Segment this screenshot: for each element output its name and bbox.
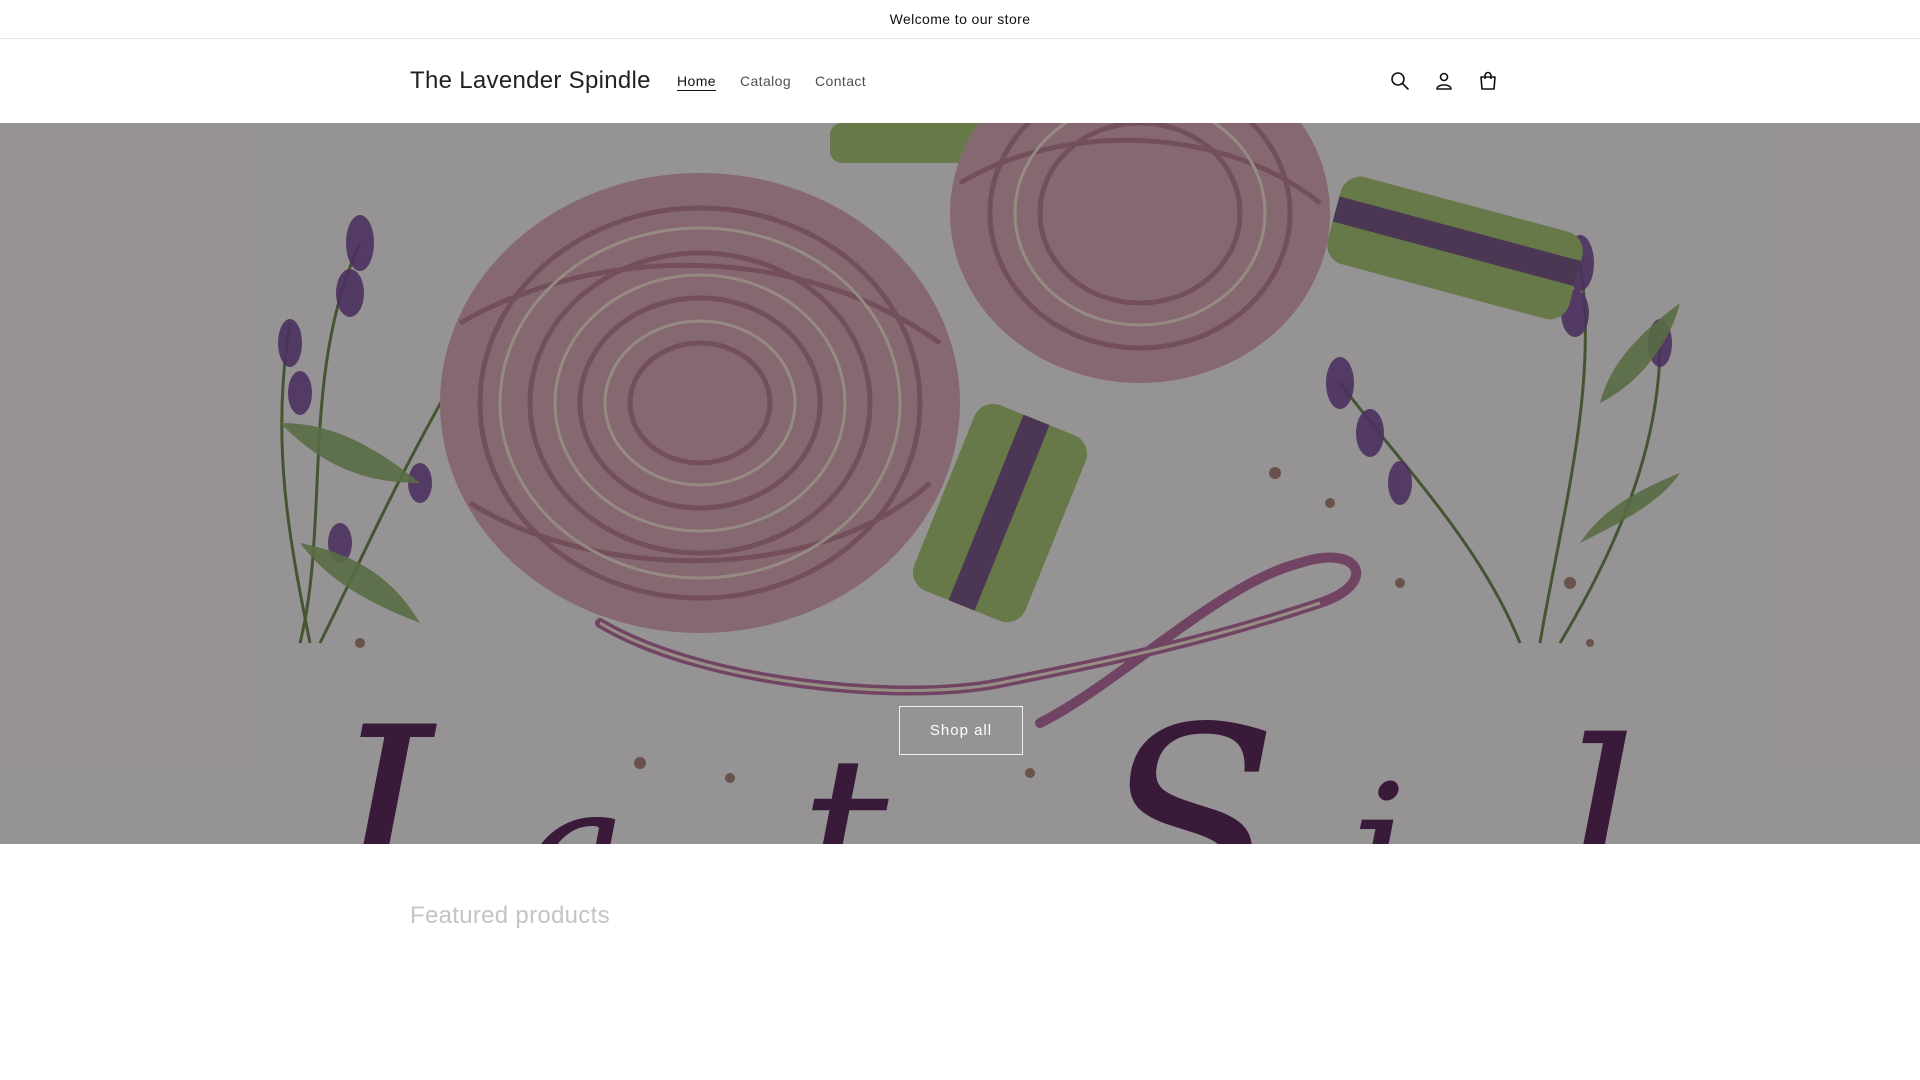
announcement-bar: Welcome to our store: [0, 0, 1920, 39]
nav-contact[interactable]: Contact: [803, 73, 878, 89]
main-nav: Home Catalog Contact: [665, 39, 878, 123]
featured-products-title: Featured products: [410, 902, 610, 929]
account-icon[interactable]: [1428, 65, 1460, 97]
store-logo[interactable]: The Lavender Spindle: [410, 39, 651, 123]
hero-banner: L a t S i l Shop all: [0, 123, 1920, 844]
announcement-text: Welcome to our store: [889, 11, 1031, 27]
header-icons: [1384, 39, 1504, 123]
nav-home[interactable]: Home: [665, 73, 728, 89]
shop-all-button[interactable]: Shop all: [899, 706, 1023, 755]
nav-catalog[interactable]: Catalog: [728, 73, 803, 89]
site-header: The Lavender Spindle Home Catalog Contac…: [0, 39, 1920, 123]
search-icon[interactable]: [1384, 65, 1416, 97]
cart-icon[interactable]: [1472, 65, 1504, 97]
